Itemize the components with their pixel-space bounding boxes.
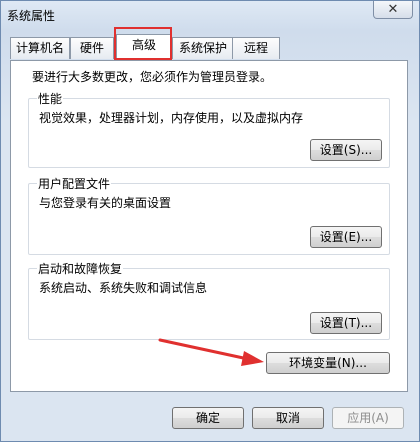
tab-hardware[interactable]: 硬件 — [70, 37, 114, 59]
user-profiles-settings-button[interactable]: 设置(E)... — [310, 226, 382, 248]
window-title: 系统属性 — [7, 9, 56, 23]
close-icon: ✕ — [387, 2, 399, 17]
performance-settings-button[interactable]: 设置(S)... — [310, 139, 382, 161]
startup-recovery-group-title: 启动和故障恢复 — [37, 260, 124, 277]
startup-recovery-description: 系统启动、系统失败和调试信息 — [39, 281, 208, 295]
startup-recovery-settings-button[interactable]: 设置(T)... — [310, 312, 382, 334]
tab-highlight-box — [114, 27, 172, 60]
tab-remote[interactable]: 远程 — [232, 37, 280, 59]
tab-computer-name[interactable]: 计算机名 — [10, 37, 70, 59]
admin-notice: 要进行大多数更改，您必须作为管理员登录。 — [32, 70, 273, 84]
environment-variables-button[interactable]: 环境变量(N)... — [266, 352, 390, 374]
ok-button[interactable]: 确定 — [172, 407, 244, 429]
performance-group: 性能 视觉效果，处理器计划，内存使用，以及虚拟内存 设置(S)... — [28, 90, 390, 168]
performance-group-title: 性能 — [37, 90, 64, 107]
tab-system-protection[interactable]: 系统保护 — [172, 37, 234, 59]
startup-recovery-group: 启动和故障恢复 系统启动、系统失败和调试信息 设置(T)... — [28, 260, 390, 340]
user-profiles-group-title: 用户配置文件 — [37, 175, 112, 192]
user-profiles-description: 与您登录有关的桌面设置 — [39, 196, 172, 210]
user-profiles-group: 用户配置文件 与您登录有关的桌面设置 设置(E)... — [28, 175, 390, 255]
performance-description: 视觉效果，处理器计划，内存使用，以及虚拟内存 — [39, 111, 304, 125]
apply-button[interactable]: 应用(A) — [332, 407, 404, 429]
cancel-button[interactable]: 取消 — [252, 407, 324, 429]
close-button[interactable]: ✕ — [373, 1, 413, 19]
